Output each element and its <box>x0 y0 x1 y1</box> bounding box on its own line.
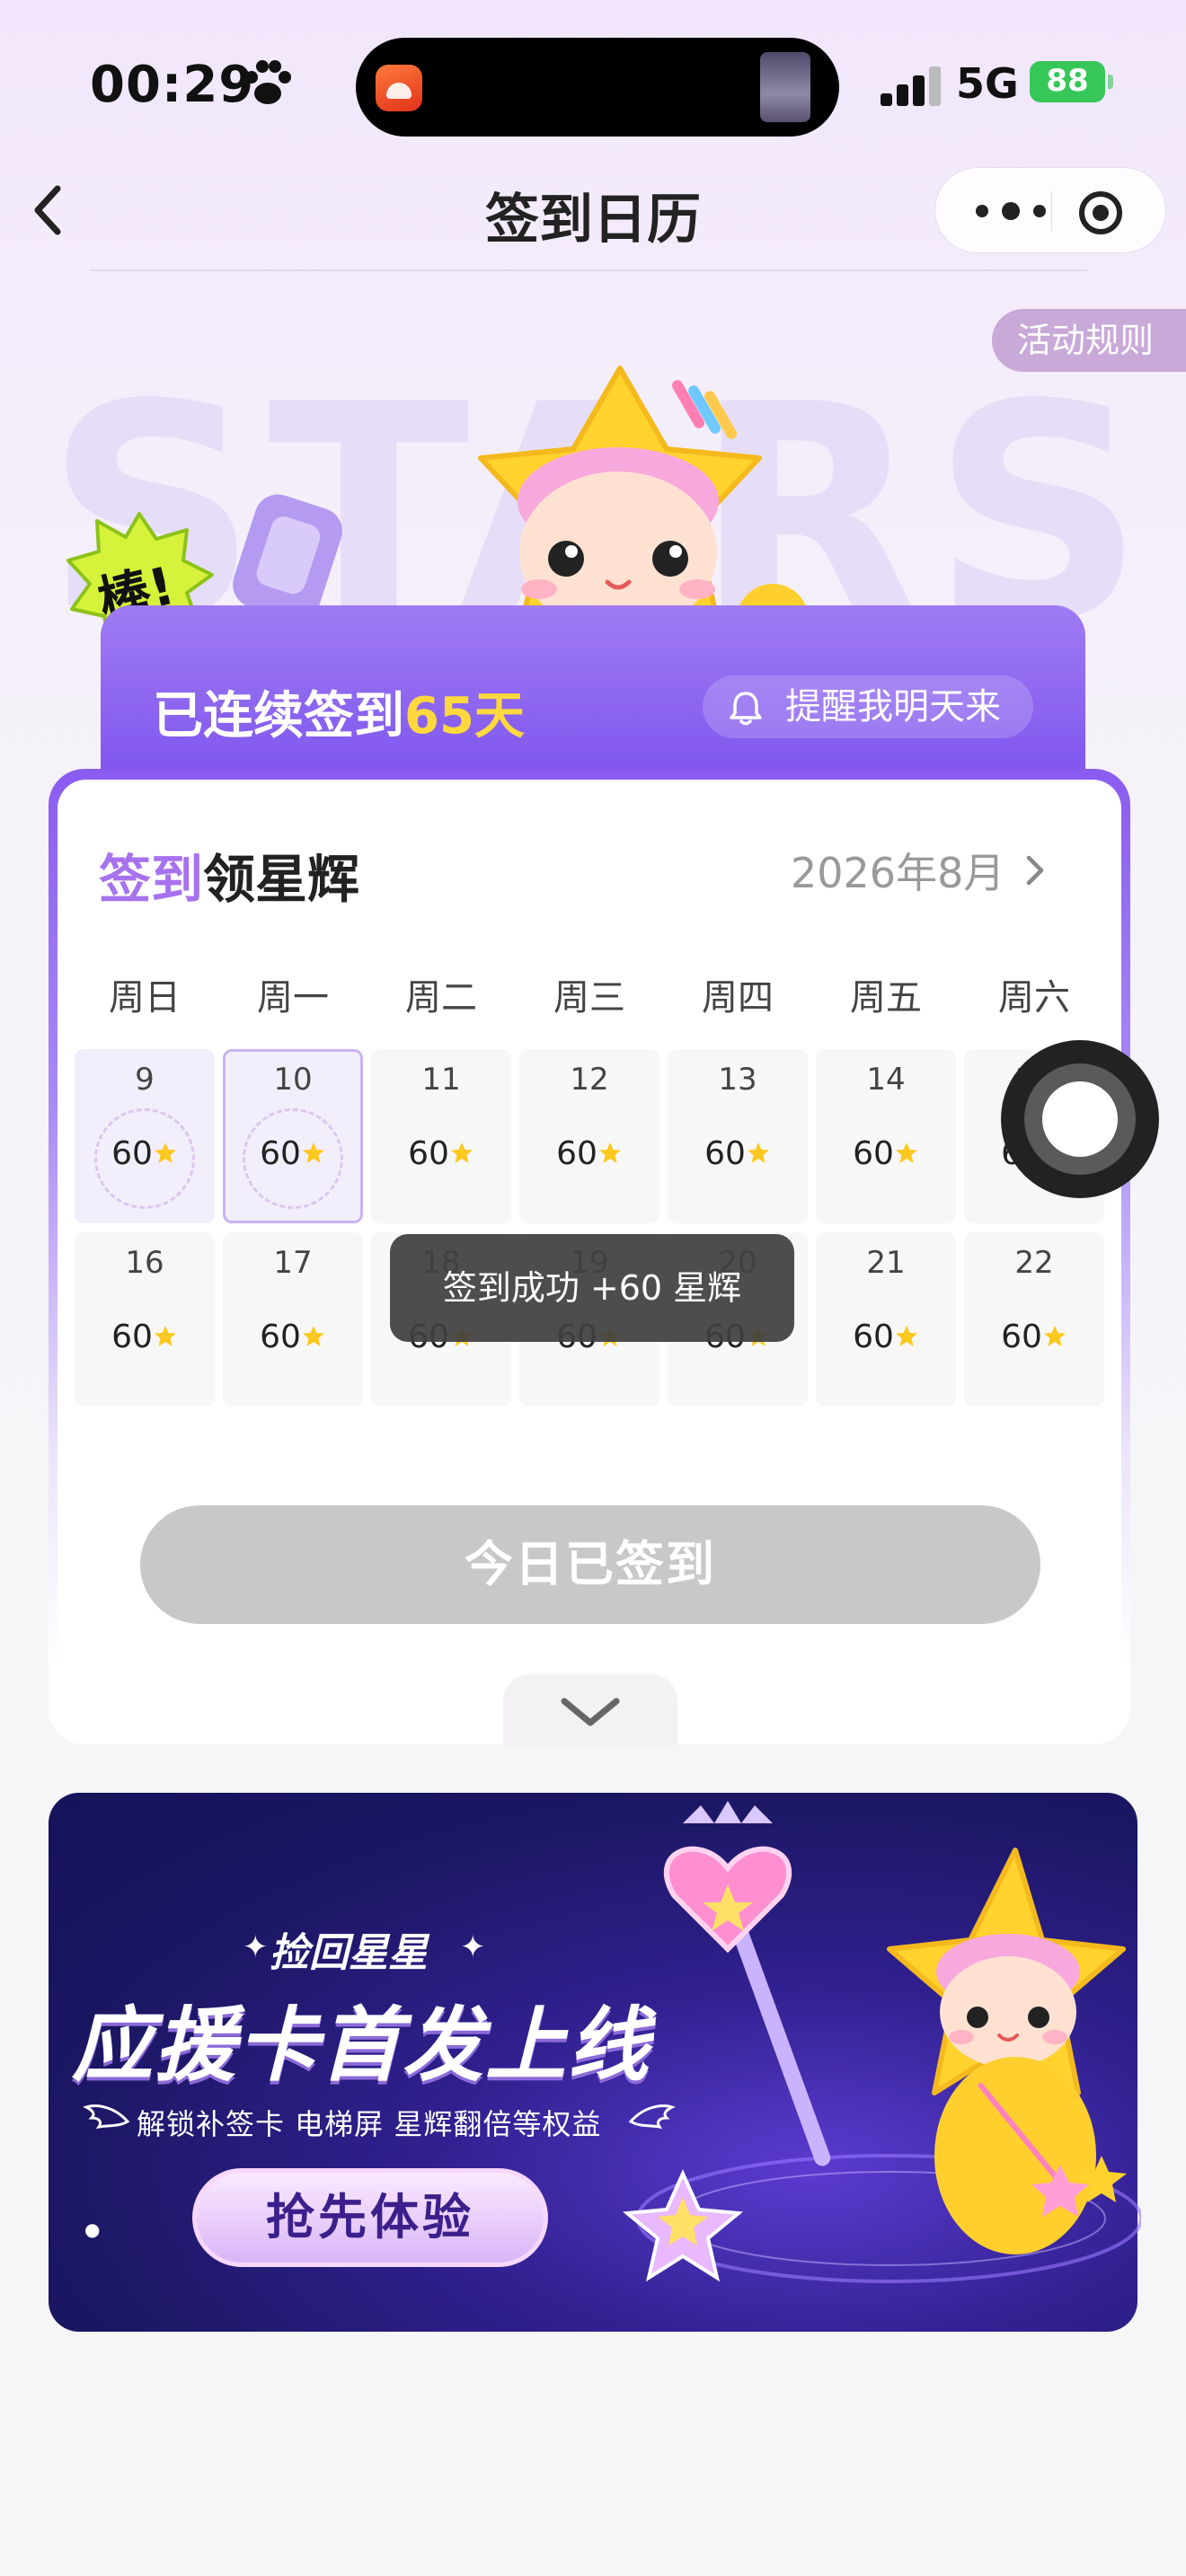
nav-divider <box>90 269 1087 271</box>
day-points: 60 <box>75 1135 215 1172</box>
wing-icon <box>83 2104 130 2130</box>
points-value: 60 <box>704 1135 746 1172</box>
more-icon[interactable] <box>971 200 1052 222</box>
day-points: 60 <box>816 1319 956 1355</box>
star-icon <box>895 1326 917 1346</box>
weekday-label: 周日 <box>109 977 181 1019</box>
sparkle-icon: ✦ <box>460 1929 486 1965</box>
day-points: 60 <box>816 1135 956 1172</box>
day-points: 60 <box>75 1319 215 1355</box>
day-points: 60 <box>668 1135 808 1172</box>
expand-calendar-button[interactable] <box>503 1674 677 1746</box>
remind-label: 提醒我明天来 <box>785 686 1001 728</box>
try-now-button[interactable]: 抢先体验 <box>192 2168 548 2267</box>
calendar-day-cell[interactable]: 11 60 <box>371 1049 511 1223</box>
weekday-label: 周三 <box>553 977 625 1019</box>
checkin-success-toast: 签到成功 +60 星辉 <box>390 1234 794 1342</box>
points-value: 60 <box>853 1319 894 1355</box>
signal-icon <box>881 65 943 106</box>
now-playing-artwork <box>760 52 810 122</box>
star-icon <box>154 1142 176 1163</box>
wand-mascot-illustration <box>622 1801 1141 2283</box>
calendar-day-cell[interactable]: 12 60 <box>519 1049 659 1223</box>
day-number: 12 <box>570 1062 609 1098</box>
star-icon <box>747 1142 769 1163</box>
day-points: 60 <box>371 1135 511 1172</box>
sparkle-icon: ✦ <box>243 1929 269 1965</box>
calendar-day-cell[interactable]: 14 60 <box>816 1049 956 1223</box>
day-number: 9 <box>135 1062 155 1098</box>
streak-text: 已连续签到65天 <box>153 675 525 748</box>
points-value: 60 <box>408 1135 449 1172</box>
calendar-day-cell[interactable]: 17 60 <box>223 1232 363 1407</box>
star-icon <box>1043 1326 1066 1346</box>
battery-icon: 88 <box>1030 61 1113 102</box>
day-number: 13 <box>718 1062 757 1098</box>
status-time: 00:29 <box>90 56 255 114</box>
points-value: 60 <box>111 1319 153 1355</box>
star-icon <box>302 1142 324 1163</box>
calendar-title: 签到领星辉 <box>99 837 359 913</box>
banner-description: 解锁补签卡 电梯屏 星辉翻倍等权益 <box>137 2107 602 2141</box>
assistive-touch-button[interactable] <box>1001 1040 1159 1198</box>
points-value: 60 <box>260 1319 301 1355</box>
points-value: 60 <box>111 1135 153 1172</box>
points-value: 60 <box>1001 1319 1042 1355</box>
paw-icon <box>245 60 291 104</box>
calendar-day-cell[interactable]: 9 60 <box>75 1049 215 1223</box>
day-points: 60 <box>519 1135 659 1172</box>
chevron-down-icon <box>561 1698 620 1726</box>
weekday-label: 周二 <box>405 977 477 1019</box>
banner-subtitle: 捡回星星 <box>270 1930 428 1976</box>
day-number: 10 <box>273 1062 313 1098</box>
day-number: 17 <box>273 1245 313 1281</box>
weekday-label: 周四 <box>702 977 774 1019</box>
day-number: 16 <box>125 1245 164 1281</box>
day-points: 60 <box>223 1319 363 1355</box>
weekday-label: 周五 <box>850 977 922 1019</box>
streak-prefix: 已连续签到 <box>153 687 404 745</box>
day-number: 21 <box>866 1245 906 1281</box>
star-icon <box>154 1326 176 1346</box>
weekday-header: 周日 周一 周二 周三 周四 周五 周六 <box>74 968 1107 1022</box>
network-type: 5G <box>956 59 1019 108</box>
weekday-label: 周六 <box>998 977 1070 1019</box>
calendar-title-rest: 领星辉 <box>203 849 360 910</box>
sparkle-icon: ● <box>84 2219 101 2240</box>
signed-today-button[interactable]: 今日已签到 <box>140 1505 1040 1624</box>
month-selector[interactable]: 2026年8月 <box>791 841 1005 900</box>
streak-days: 65天 <box>404 687 525 745</box>
star-icon <box>450 1142 473 1163</box>
calendar-day-cell-today[interactable]: 10 60 <box>223 1049 363 1223</box>
day-number: 11 <box>421 1062 461 1098</box>
chevron-right-icon[interactable] <box>1024 853 1046 887</box>
weekday-label: 周一 <box>257 977 329 1019</box>
day-points: 60 <box>964 1319 1104 1355</box>
status-bar: 00:29 5G 88 <box>0 0 1186 162</box>
star-icon <box>598 1142 621 1163</box>
mini-program-capsule <box>934 167 1166 253</box>
star-icon <box>302 1326 324 1346</box>
points-value: 60 <box>260 1135 301 1172</box>
music-app-icon <box>376 65 422 111</box>
calendar-day-cell[interactable]: 16 60 <box>75 1232 215 1407</box>
calendar-day-cell[interactable]: 21 60 <box>816 1232 956 1407</box>
calendar-day-cell[interactable]: 13 60 <box>668 1049 808 1223</box>
points-value: 60 <box>556 1135 597 1172</box>
banner-title: 应援卡首发上线 <box>72 1998 651 2093</box>
capsule-divider <box>1051 191 1052 231</box>
calendar-title-accent: 签到 <box>99 849 204 910</box>
bell-icon <box>730 692 762 726</box>
day-number: 22 <box>1014 1245 1054 1281</box>
close-target-icon[interactable] <box>1077 190 1124 236</box>
calendar-day-cell[interactable]: 22 60 <box>964 1232 1104 1407</box>
day-number: 14 <box>866 1062 906 1098</box>
star-icon <box>895 1142 917 1163</box>
battery-level: 88 <box>1046 63 1089 99</box>
points-value: 60 <box>853 1135 894 1172</box>
day-points: 60 <box>226 1135 360 1172</box>
